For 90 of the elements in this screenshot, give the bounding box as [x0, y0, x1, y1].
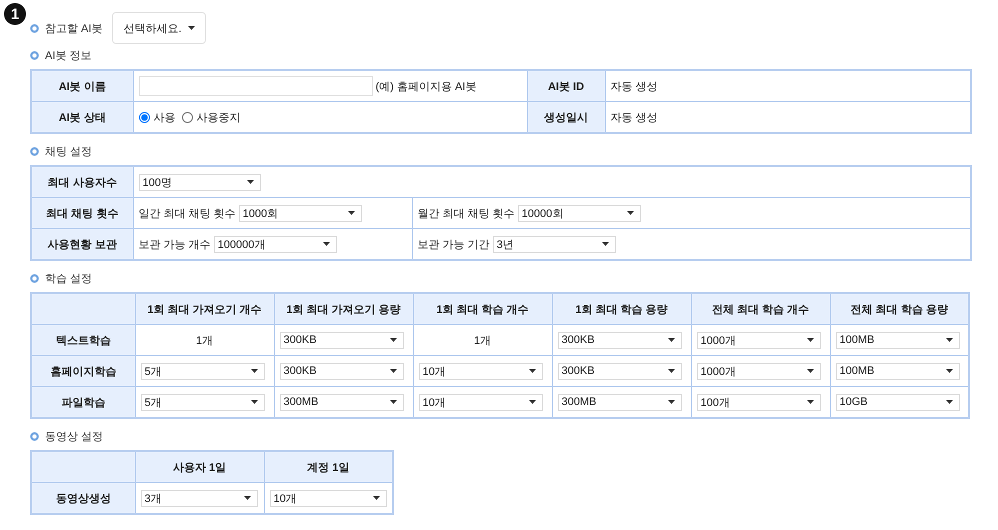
column-header: 1회 최대 가져오기 개수: [135, 293, 274, 324]
row-header: 최대 사용자수: [31, 166, 133, 198]
select-field[interactable]: 10GB: [836, 394, 960, 410]
select-field[interactable]: 10000회: [518, 204, 641, 222]
caret-icon: [390, 400, 396, 404]
column-header: 1회 최대 가져오기 용량: [274, 293, 413, 324]
cell-text: 1개: [196, 334, 214, 346]
section-title: 참고할 AI봇: [45, 22, 102, 36]
select-field[interactable]: 100명: [138, 174, 260, 190]
column-header: 전체 최대 학습 개수: [691, 293, 830, 324]
row-header: 최대 채팅 횟수: [31, 198, 133, 228]
select-field[interactable]: 1000개: [696, 332, 820, 348]
caret-icon: [946, 400, 952, 404]
select-field[interactable]: 100000개: [214, 236, 337, 252]
caret-icon: [322, 242, 330, 246]
row-header: 동영상생성: [31, 482, 135, 514]
section-title: 채팅 설정: [45, 144, 92, 158]
bullet-icon: [30, 274, 39, 282]
radio-label: 사용: [154, 110, 176, 124]
select-field[interactable]: 1000회: [238, 204, 362, 222]
bullet-icon: [30, 432, 39, 440]
caret-icon: [668, 400, 674, 404]
row-header: AI봇 ID: [527, 70, 605, 102]
row-header: 생성일시: [527, 102, 605, 133]
row-header: AI봇 상태: [31, 102, 133, 133]
select-field[interactable]: 300MB: [280, 394, 404, 410]
row-header: AI봇 이름: [31, 70, 133, 102]
caret-icon: [626, 211, 634, 215]
select-field[interactable]: 300KB: [558, 362, 682, 380]
caret-icon: [372, 496, 380, 500]
column-header: 1회 최대 학습 용량: [552, 293, 691, 324]
caret-icon: [806, 338, 814, 342]
column-header: 1회 최대 학습 개수: [413, 293, 552, 324]
select-field[interactable]: 300MB: [558, 394, 682, 410]
caret-icon: [946, 369, 952, 373]
caret-icon: [668, 338, 674, 342]
cell-text: 1개: [474, 334, 492, 346]
radio-button[interactable]: [138, 112, 150, 122]
caret-icon: [806, 400, 814, 404]
field-label: 일간 최대 채팅 횟수: [138, 206, 236, 220]
radio-label: 사용중지: [196, 110, 240, 124]
name-input[interactable]: [138, 76, 372, 96]
row-header: 홈페이지학습: [31, 356, 135, 386]
row-header: 파일학습: [31, 386, 135, 418]
caret-icon: [348, 211, 355, 215]
select-field[interactable]: 5개: [140, 362, 264, 380]
field-label: 보관 가능 개수: [138, 238, 211, 252]
select-field[interactable]: 100개: [696, 394, 820, 410]
field-label: 월간 최대 채팅 횟수: [418, 206, 515, 220]
caret-icon: [250, 400, 258, 404]
select-field[interactable]: 10개: [418, 394, 542, 410]
caret-icon: [528, 369, 536, 373]
select-field[interactable]: 10개: [270, 490, 386, 506]
select-field[interactable]: 300KB: [558, 332, 682, 348]
caret-icon: [602, 242, 609, 246]
row-header: 사용현황 보관: [31, 228, 133, 260]
section-title: 동영상 설정: [45, 430, 104, 444]
bot-dropdown[interactable]: 선택하세요.: [112, 12, 206, 44]
bullet-icon: [30, 24, 39, 32]
select-field[interactable]: 300KB: [280, 362, 404, 380]
select-field[interactable]: 1000개: [696, 362, 820, 380]
caret-icon: [528, 400, 536, 404]
bullet-icon: [30, 50, 39, 60]
caret-icon: [668, 369, 674, 373]
caret-icon: [946, 338, 952, 342]
column-header: 전체 최대 학습 용량: [830, 293, 969, 324]
caret-icon: [390, 338, 396, 342]
caret-icon: [244, 496, 250, 500]
select-field[interactable]: 100MB: [836, 362, 960, 380]
section-title: AI봇 정보: [45, 48, 92, 62]
select-field[interactable]: 3개: [140, 490, 258, 506]
field-label: 보관 가능 기간: [418, 238, 490, 252]
caret-icon: [246, 180, 254, 184]
caret-icon: [250, 369, 258, 373]
select-field[interactable]: 5개: [140, 394, 264, 410]
bullet-icon: [30, 146, 39, 156]
column-header: 사용자 1일: [135, 451, 264, 482]
radio-button[interactable]: [182, 112, 192, 122]
select-field[interactable]: 3년: [492, 236, 616, 252]
caret-icon: [188, 26, 195, 30]
caret-icon: [806, 369, 814, 373]
select-field[interactable]: 100MB: [836, 332, 960, 348]
step-badge: 1: [4, 3, 26, 25]
row-header: 텍스트학습: [31, 324, 135, 356]
select-field[interactable]: 10개: [418, 362, 542, 380]
caret-icon: [390, 369, 396, 373]
column-header: 계정 1일: [264, 451, 393, 482]
select-field[interactable]: 300KB: [280, 332, 404, 348]
section-title: 학습 설정: [45, 272, 92, 286]
hint-text: (예) 홈페이지용 AI봇: [376, 80, 476, 94]
